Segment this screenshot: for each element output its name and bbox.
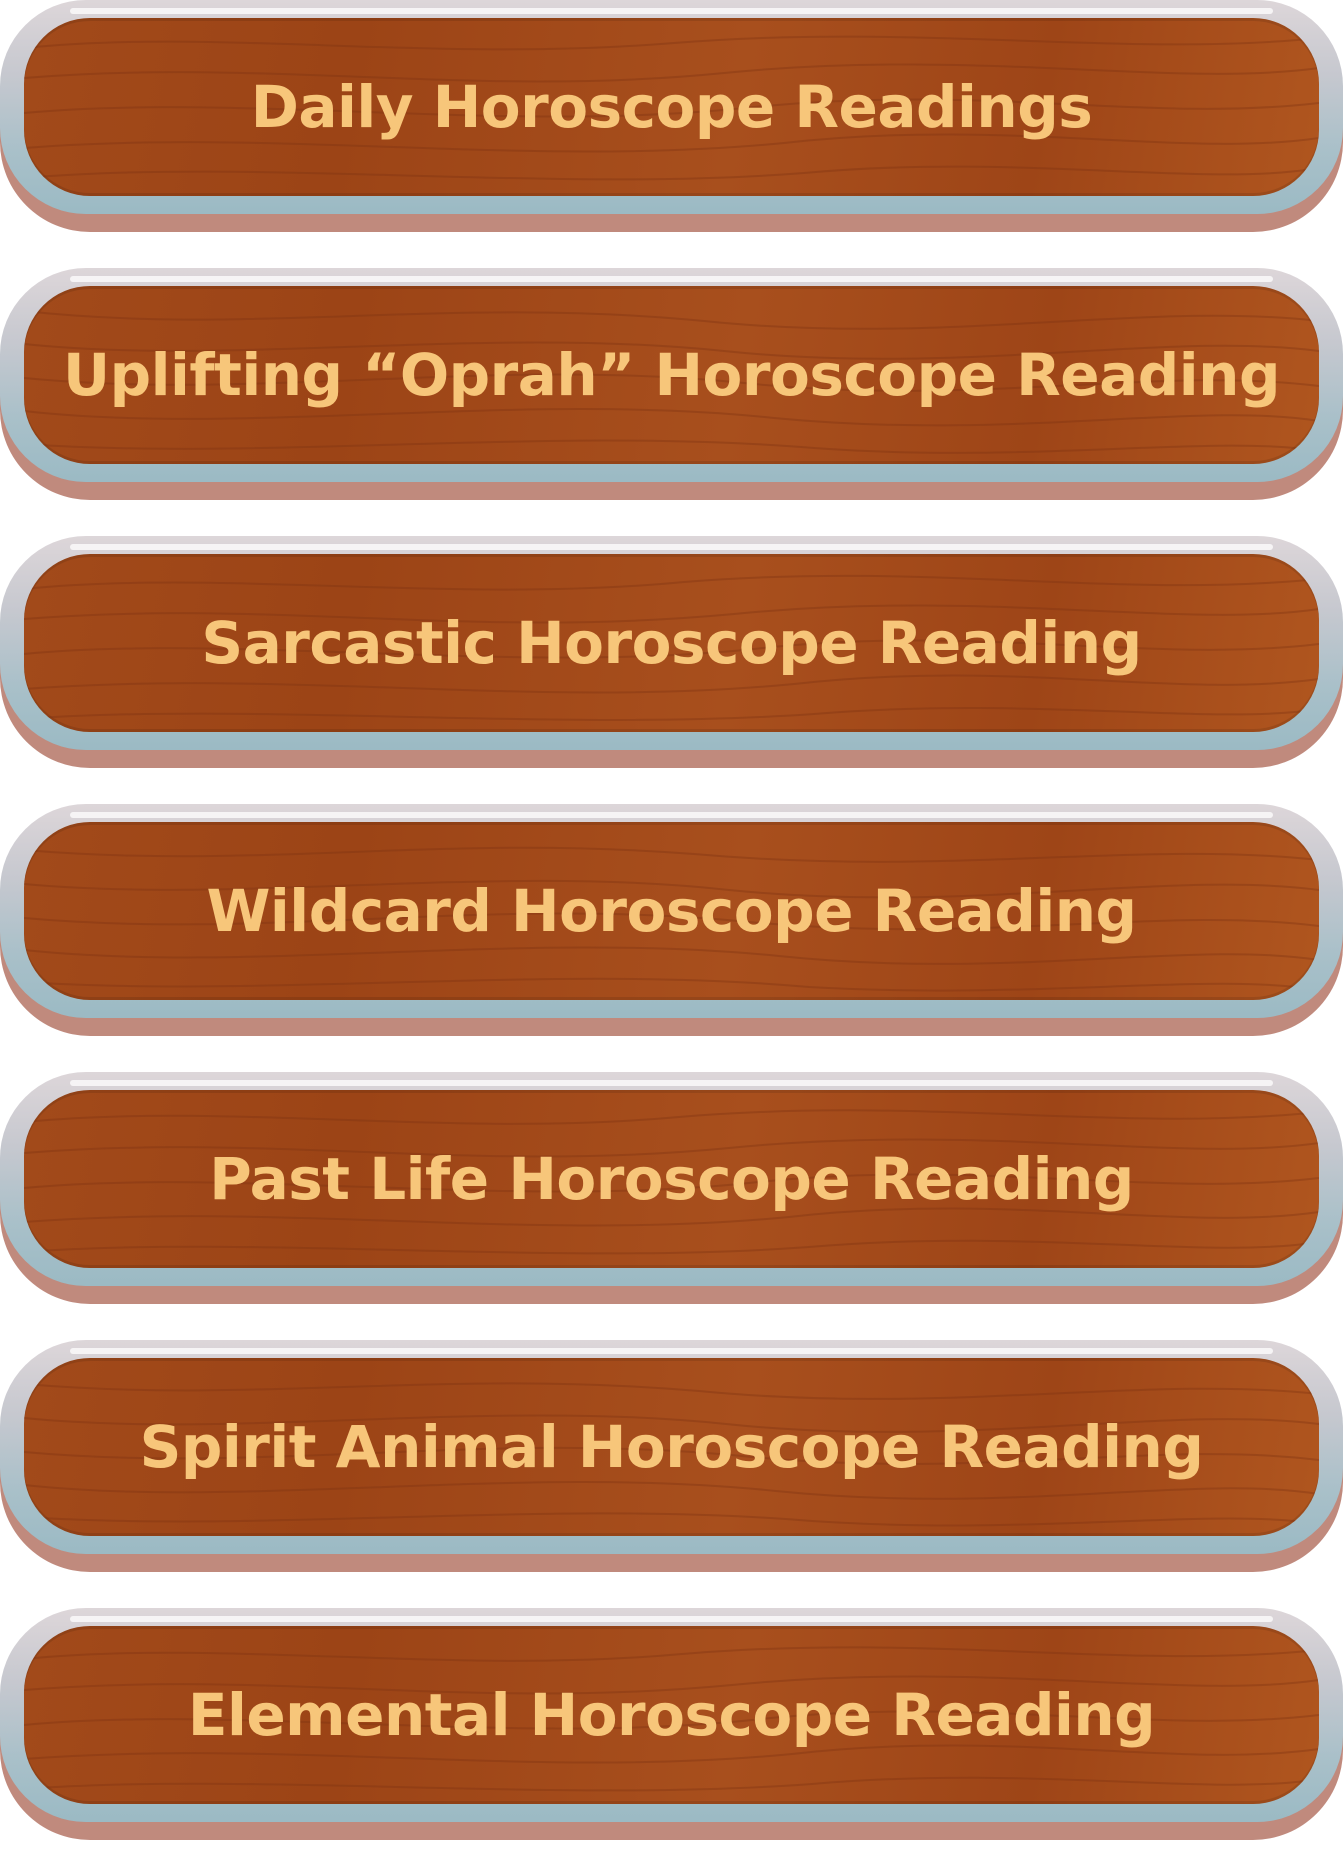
sarcastic-horoscope-button[interactable]: Sarcastic Horoscope Reading — [0, 536, 1343, 768]
button-label: Daily Horoscope Readings — [250, 73, 1093, 141]
button-label: Wildcard Horoscope Reading — [206, 877, 1137, 945]
button-label: Elemental Horoscope Reading — [187, 1681, 1156, 1749]
oprah-horoscope-button[interactable]: Uplifting “Oprah” Horoscope Reading — [0, 268, 1343, 500]
spirit-animal-horoscope-button[interactable]: Spirit Animal Horoscope Reading — [0, 1340, 1343, 1572]
wildcard-horoscope-button[interactable]: Wildcard Horoscope Reading — [0, 804, 1343, 1036]
button-label: Uplifting “Oprah” Horoscope Reading — [63, 341, 1280, 409]
button-label: Sarcastic Horoscope Reading — [201, 609, 1142, 677]
horoscope-menu: Daily Horoscope Readings Uplifting “Opra… — [0, 0, 1343, 1862]
daily-horoscope-button[interactable]: Daily Horoscope Readings — [0, 0, 1343, 232]
button-label: Spirit Animal Horoscope Reading — [139, 1413, 1204, 1481]
past-life-horoscope-button[interactable]: Past Life Horoscope Reading — [0, 1072, 1343, 1304]
elemental-horoscope-button[interactable]: Elemental Horoscope Reading — [0, 1608, 1343, 1840]
button-label: Past Life Horoscope Reading — [209, 1145, 1134, 1213]
